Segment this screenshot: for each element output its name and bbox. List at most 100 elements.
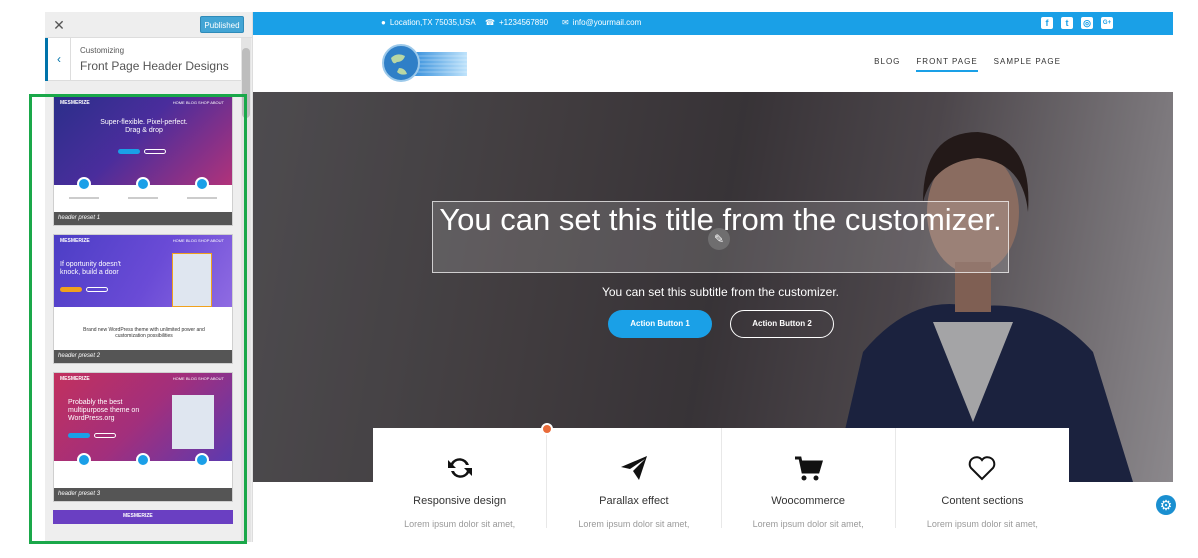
- preset-brand: MESMERIZE: [60, 238, 90, 244]
- heart-icon: [969, 456, 996, 481]
- action-button-1[interactable]: Action Button 1: [608, 310, 712, 338]
- feature-title: Parallax effect: [599, 495, 669, 507]
- feature-dot-icon: [195, 453, 210, 467]
- preset-button: [86, 287, 108, 292]
- preset-headline: Super-flexible. Pixel-perfect. Drag & dr…: [100, 119, 188, 134]
- action-button-2[interactable]: Action Button 2: [730, 310, 834, 338]
- hero-subtitle[interactable]: You can set this subtitle from the custo…: [253, 285, 1173, 299]
- text-line: [68, 197, 99, 199]
- feature-title: Woocommerce: [771, 495, 845, 507]
- google-plus-icon[interactable]: G+: [1101, 17, 1113, 29]
- section-title: Front Page Header Designs: [80, 59, 229, 73]
- main-nav: BLOG FRONT PAGE SAMPLE PAGE: [874, 57, 1061, 72]
- preset-icons: [54, 177, 232, 191]
- preset-brand: MESMERIZE: [123, 513, 153, 519]
- feature-dot-icon: [76, 453, 91, 467]
- preset-thumbnail: MESMERIZE HOME BLOG SHOP ABOUT If oportu…: [54, 235, 232, 307]
- text-line: [187, 197, 218, 199]
- feature-desc: Lorem ipsum dolor sit amet,: [752, 519, 864, 529]
- preset-mockup-image: [172, 395, 214, 449]
- back-button[interactable]: ‹: [45, 38, 71, 81]
- header-preset-2[interactable]: MESMERIZE HOME BLOG SHOP ABOUT If oportu…: [53, 234, 233, 364]
- preset-list: MESMERIZE HOME BLOG SHOP ABOUT Super-fle…: [53, 96, 233, 524]
- feature-card: Woocommerce Lorem ipsum dolor sit amet,: [722, 428, 896, 529]
- preset-button: [68, 433, 90, 438]
- preset-brand: MESMERIZE: [60, 100, 90, 106]
- nav-item-front-page[interactable]: FRONT PAGE: [916, 57, 978, 72]
- twitter-icon[interactable]: t: [1061, 17, 1073, 29]
- preset-thumbnail: MESMERIZE HOME BLOG SHOP ABOUT Super-fle…: [54, 97, 232, 185]
- paper-plane-icon: [620, 456, 647, 480]
- sidebar-scrollbar[interactable]: [241, 38, 251, 542]
- close-button[interactable]: ✕: [51, 16, 67, 34]
- preset-label: header preset 2: [54, 350, 232, 363]
- envelope-icon: ✉: [562, 18, 569, 27]
- site-topbar: ● Location,TX 75035,USA ☎ +1234567890 ✉ …: [253, 12, 1173, 35]
- cart-icon: [795, 456, 824, 481]
- preset-headline: Probably the best multipurpose theme on …: [68, 399, 140, 422]
- header-preset-3[interactable]: MESMERIZE HOME BLOG SHOP ABOUT Probably …: [53, 372, 233, 502]
- email-info: ✉ info@yourmail.com: [562, 18, 641, 27]
- section-header: ‹ Customizing Front Page Header Designs: [45, 38, 241, 81]
- feature-card: Responsive design Lorem ipsum dolor sit …: [373, 428, 548, 529]
- preset-headline: If oportunity doesn't knock, build a doo…: [60, 261, 121, 276]
- published-button[interactable]: Published: [200, 16, 244, 33]
- scrollbar-thumb[interactable]: [242, 48, 250, 118]
- sidebar-topbar: ✕ Published: [45, 12, 252, 38]
- preset-label: header preset 3: [54, 488, 232, 501]
- feature-dot-icon: [135, 453, 150, 467]
- facebook-icon[interactable]: f: [1041, 17, 1053, 29]
- preset-label: header preset 1: [54, 212, 232, 225]
- feature-title: Responsive design: [413, 495, 507, 507]
- preset-button: [94, 433, 116, 438]
- preset-buttons: [68, 433, 116, 438]
- feature-desc: Lorem ipsum dolor sit amet,: [926, 519, 1038, 529]
- feature-card: Content sections Lorem ipsum dolor sit a…: [896, 428, 1069, 529]
- preset-nav: HOME BLOG SHOP ABOUT: [172, 100, 224, 105]
- social-links: f t ◎ G+: [1041, 17, 1113, 29]
- email-text: info@yourmail.com: [572, 18, 642, 27]
- map-pin-icon: ●: [381, 18, 386, 27]
- customizer-sidebar: ✕ Published ‹ Customizing Front Page Hea…: [45, 12, 253, 542]
- location-text: Location,TX 75035,USA: [389, 18, 476, 27]
- phone-info: ☎ +1234567890: [485, 18, 548, 27]
- preset-lines: [54, 197, 232, 199]
- nav-item-blog[interactable]: BLOG: [874, 57, 900, 72]
- hero-section: You can set this title from the customiz…: [253, 92, 1173, 482]
- feature-card: Parallax effect Lorem ipsum dolor sit am…: [547, 428, 722, 529]
- preset-brand: MESMERIZE: [60, 376, 90, 382]
- feature-desc: Lorem ipsum dolor sit amet,: [578, 519, 690, 529]
- features-section: Responsive design Lorem ipsum dolor sit …: [373, 428, 1069, 529]
- globe-logo-icon[interactable]: [381, 44, 467, 82]
- header-preset-4[interactable]: MESMERIZE: [53, 510, 233, 524]
- text-line: [127, 197, 158, 199]
- section-edit-dot-icon[interactable]: [541, 423, 553, 435]
- phone-icon: ☎: [485, 18, 495, 27]
- preset-button: [60, 287, 82, 292]
- header-preset-1[interactable]: MESMERIZE HOME BLOG SHOP ABOUT Super-fle…: [53, 96, 233, 226]
- location-info: ● Location,TX 75035,USA: [381, 18, 476, 27]
- gear-icon[interactable]: ⚙: [1156, 495, 1176, 515]
- preset-buttons: [118, 149, 166, 154]
- feature-desc: Lorem ipsum dolor sit amet,: [404, 519, 516, 529]
- preset-nav: HOME BLOG SHOP ABOUT: [172, 238, 224, 243]
- preset-button: [144, 149, 166, 154]
- feature-title: Content sections: [941, 495, 1024, 507]
- customizing-label: Customizing: [80, 46, 125, 55]
- preset-button: [118, 149, 140, 154]
- site-header: BLOG FRONT PAGE SAMPLE PAGE: [253, 35, 1173, 92]
- feature-dot-icon: [135, 177, 150, 191]
- phone-text: +1234567890: [498, 18, 549, 27]
- pencil-edit-icon[interactable]: ✎: [708, 228, 730, 250]
- instagram-icon[interactable]: ◎: [1081, 17, 1093, 29]
- feature-dot-icon: [195, 177, 210, 191]
- preset-thumbnail: MESMERIZE HOME BLOG SHOP ABOUT Probably …: [54, 373, 232, 461]
- preset-buttons: [60, 287, 108, 292]
- preset-nav: HOME BLOG SHOP ABOUT: [172, 376, 224, 381]
- preset-tagline: Brand new WordPress theme with unlimited…: [83, 327, 205, 339]
- preset-icons: [54, 453, 232, 467]
- preset-mockup-image: [172, 253, 212, 307]
- refresh-icon: [447, 458, 472, 478]
- nav-item-sample-page[interactable]: SAMPLE PAGE: [994, 57, 1061, 72]
- feature-dot-icon: [76, 177, 91, 191]
